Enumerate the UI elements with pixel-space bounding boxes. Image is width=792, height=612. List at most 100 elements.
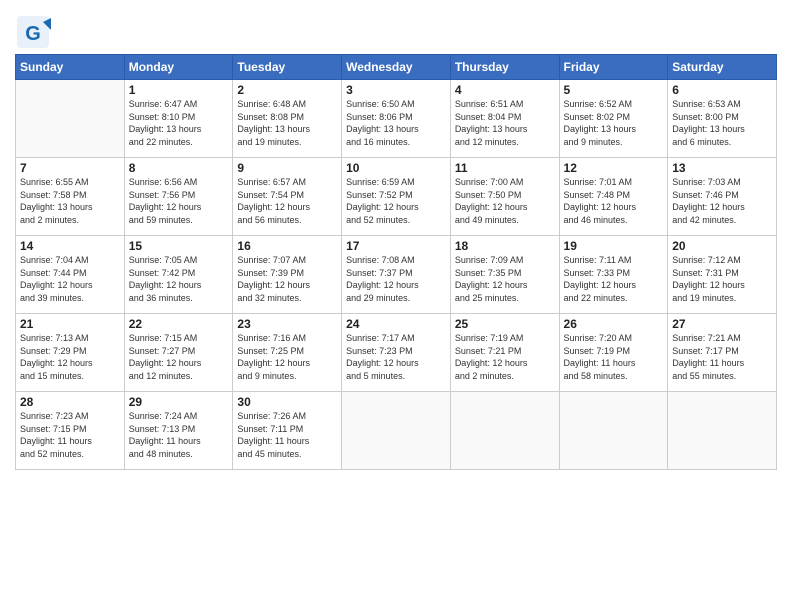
calendar-cell: 29Sunrise: 7:24 AM Sunset: 7:13 PM Dayli… xyxy=(124,392,233,470)
day-number: 6 xyxy=(672,83,772,97)
day-info: Sunrise: 7:24 AM Sunset: 7:13 PM Dayligh… xyxy=(129,410,229,460)
day-number: 21 xyxy=(20,317,120,331)
calendar-cell: 14Sunrise: 7:04 AM Sunset: 7:44 PM Dayli… xyxy=(16,236,125,314)
day-number: 3 xyxy=(346,83,446,97)
day-number: 26 xyxy=(564,317,664,331)
day-number: 23 xyxy=(237,317,337,331)
day-info: Sunrise: 7:07 AM Sunset: 7:39 PM Dayligh… xyxy=(237,254,337,304)
day-header-wednesday: Wednesday xyxy=(342,55,451,80)
day-number: 5 xyxy=(564,83,664,97)
week-row-4: 21Sunrise: 7:13 AM Sunset: 7:29 PM Dayli… xyxy=(16,314,777,392)
calendar-cell: 28Sunrise: 7:23 AM Sunset: 7:15 PM Dayli… xyxy=(16,392,125,470)
day-info: Sunrise: 6:50 AM Sunset: 8:06 PM Dayligh… xyxy=(346,98,446,148)
day-info: Sunrise: 6:47 AM Sunset: 8:10 PM Dayligh… xyxy=(129,98,229,148)
day-header-thursday: Thursday xyxy=(450,55,559,80)
calendar-cell xyxy=(668,392,777,470)
calendar-table: SundayMondayTuesdayWednesdayThursdayFrid… xyxy=(15,54,777,470)
day-info: Sunrise: 7:11 AM Sunset: 7:33 PM Dayligh… xyxy=(564,254,664,304)
day-info: Sunrise: 6:52 AM Sunset: 8:02 PM Dayligh… xyxy=(564,98,664,148)
svg-text:G: G xyxy=(25,23,41,45)
day-number: 15 xyxy=(129,239,229,253)
day-info: Sunrise: 7:09 AM Sunset: 7:35 PM Dayligh… xyxy=(455,254,555,304)
day-number: 28 xyxy=(20,395,120,409)
calendar-cell: 4Sunrise: 6:51 AM Sunset: 8:04 PM Daylig… xyxy=(450,80,559,158)
day-number: 25 xyxy=(455,317,555,331)
calendar-cell: 21Sunrise: 7:13 AM Sunset: 7:29 PM Dayli… xyxy=(16,314,125,392)
logo: G xyxy=(15,14,53,50)
day-number: 29 xyxy=(129,395,229,409)
day-header-sunday: Sunday xyxy=(16,55,125,80)
day-info: Sunrise: 7:16 AM Sunset: 7:25 PM Dayligh… xyxy=(237,332,337,382)
calendar-cell: 7Sunrise: 6:55 AM Sunset: 7:58 PM Daylig… xyxy=(16,158,125,236)
calendar-cell: 17Sunrise: 7:08 AM Sunset: 7:37 PM Dayli… xyxy=(342,236,451,314)
week-row-2: 7Sunrise: 6:55 AM Sunset: 7:58 PM Daylig… xyxy=(16,158,777,236)
week-row-1: 1Sunrise: 6:47 AM Sunset: 8:10 PM Daylig… xyxy=(16,80,777,158)
calendar-cell: 8Sunrise: 6:56 AM Sunset: 7:56 PM Daylig… xyxy=(124,158,233,236)
calendar-cell: 11Sunrise: 7:00 AM Sunset: 7:50 PM Dayli… xyxy=(450,158,559,236)
calendar-cell: 9Sunrise: 6:57 AM Sunset: 7:54 PM Daylig… xyxy=(233,158,342,236)
day-info: Sunrise: 7:15 AM Sunset: 7:27 PM Dayligh… xyxy=(129,332,229,382)
day-info: Sunrise: 7:01 AM Sunset: 7:48 PM Dayligh… xyxy=(564,176,664,226)
calendar-cell: 3Sunrise: 6:50 AM Sunset: 8:06 PM Daylig… xyxy=(342,80,451,158)
calendar-cell xyxy=(450,392,559,470)
day-info: Sunrise: 7:12 AM Sunset: 7:31 PM Dayligh… xyxy=(672,254,772,304)
day-number: 30 xyxy=(237,395,337,409)
calendar-cell: 1Sunrise: 6:47 AM Sunset: 8:10 PM Daylig… xyxy=(124,80,233,158)
calendar-cell: 13Sunrise: 7:03 AM Sunset: 7:46 PM Dayli… xyxy=(668,158,777,236)
day-info: Sunrise: 7:21 AM Sunset: 7:17 PM Dayligh… xyxy=(672,332,772,382)
calendar-cell: 27Sunrise: 7:21 AM Sunset: 7:17 PM Dayli… xyxy=(668,314,777,392)
day-info: Sunrise: 6:53 AM Sunset: 8:00 PM Dayligh… xyxy=(672,98,772,148)
calendar-header-row: SundayMondayTuesdayWednesdayThursdayFrid… xyxy=(16,55,777,80)
page-header: G xyxy=(15,10,777,50)
calendar-cell: 10Sunrise: 6:59 AM Sunset: 7:52 PM Dayli… xyxy=(342,158,451,236)
day-number: 24 xyxy=(346,317,446,331)
day-number: 16 xyxy=(237,239,337,253)
day-number: 2 xyxy=(237,83,337,97)
day-header-monday: Monday xyxy=(124,55,233,80)
calendar-cell: 6Sunrise: 6:53 AM Sunset: 8:00 PM Daylig… xyxy=(668,80,777,158)
day-number: 9 xyxy=(237,161,337,175)
day-info: Sunrise: 7:13 AM Sunset: 7:29 PM Dayligh… xyxy=(20,332,120,382)
week-row-3: 14Sunrise: 7:04 AM Sunset: 7:44 PM Dayli… xyxy=(16,236,777,314)
calendar-cell xyxy=(342,392,451,470)
day-info: Sunrise: 7:00 AM Sunset: 7:50 PM Dayligh… xyxy=(455,176,555,226)
day-number: 17 xyxy=(346,239,446,253)
calendar-cell: 5Sunrise: 6:52 AM Sunset: 8:02 PM Daylig… xyxy=(559,80,668,158)
day-info: Sunrise: 7:17 AM Sunset: 7:23 PM Dayligh… xyxy=(346,332,446,382)
day-number: 19 xyxy=(564,239,664,253)
day-info: Sunrise: 7:26 AM Sunset: 7:11 PM Dayligh… xyxy=(237,410,337,460)
day-info: Sunrise: 6:51 AM Sunset: 8:04 PM Dayligh… xyxy=(455,98,555,148)
day-number: 27 xyxy=(672,317,772,331)
day-number: 12 xyxy=(564,161,664,175)
calendar-cell: 23Sunrise: 7:16 AM Sunset: 7:25 PM Dayli… xyxy=(233,314,342,392)
day-number: 8 xyxy=(129,161,229,175)
page-container: G SundayMondayTuesdayWednesdayThursdayFr… xyxy=(0,0,792,475)
day-number: 7 xyxy=(20,161,120,175)
logo-icon: G xyxy=(15,14,51,50)
day-number: 14 xyxy=(20,239,120,253)
day-info: Sunrise: 7:08 AM Sunset: 7:37 PM Dayligh… xyxy=(346,254,446,304)
day-info: Sunrise: 6:48 AM Sunset: 8:08 PM Dayligh… xyxy=(237,98,337,148)
calendar-cell: 20Sunrise: 7:12 AM Sunset: 7:31 PM Dayli… xyxy=(668,236,777,314)
calendar-cell: 15Sunrise: 7:05 AM Sunset: 7:42 PM Dayli… xyxy=(124,236,233,314)
day-number: 11 xyxy=(455,161,555,175)
day-info: Sunrise: 6:56 AM Sunset: 7:56 PM Dayligh… xyxy=(129,176,229,226)
day-info: Sunrise: 7:23 AM Sunset: 7:15 PM Dayligh… xyxy=(20,410,120,460)
day-header-saturday: Saturday xyxy=(668,55,777,80)
day-header-tuesday: Tuesday xyxy=(233,55,342,80)
calendar-cell: 2Sunrise: 6:48 AM Sunset: 8:08 PM Daylig… xyxy=(233,80,342,158)
day-number: 1 xyxy=(129,83,229,97)
calendar-cell: 25Sunrise: 7:19 AM Sunset: 7:21 PM Dayli… xyxy=(450,314,559,392)
day-info: Sunrise: 6:55 AM Sunset: 7:58 PM Dayligh… xyxy=(20,176,120,226)
day-info: Sunrise: 7:04 AM Sunset: 7:44 PM Dayligh… xyxy=(20,254,120,304)
calendar-cell: 26Sunrise: 7:20 AM Sunset: 7:19 PM Dayli… xyxy=(559,314,668,392)
calendar-cell: 12Sunrise: 7:01 AM Sunset: 7:48 PM Dayli… xyxy=(559,158,668,236)
day-number: 13 xyxy=(672,161,772,175)
day-info: Sunrise: 7:19 AM Sunset: 7:21 PM Dayligh… xyxy=(455,332,555,382)
day-number: 18 xyxy=(455,239,555,253)
calendar-cell: 19Sunrise: 7:11 AM Sunset: 7:33 PM Dayli… xyxy=(559,236,668,314)
calendar-cell: 24Sunrise: 7:17 AM Sunset: 7:23 PM Dayli… xyxy=(342,314,451,392)
calendar-cell: 30Sunrise: 7:26 AM Sunset: 7:11 PM Dayli… xyxy=(233,392,342,470)
day-number: 10 xyxy=(346,161,446,175)
calendar-cell: 18Sunrise: 7:09 AM Sunset: 7:35 PM Dayli… xyxy=(450,236,559,314)
